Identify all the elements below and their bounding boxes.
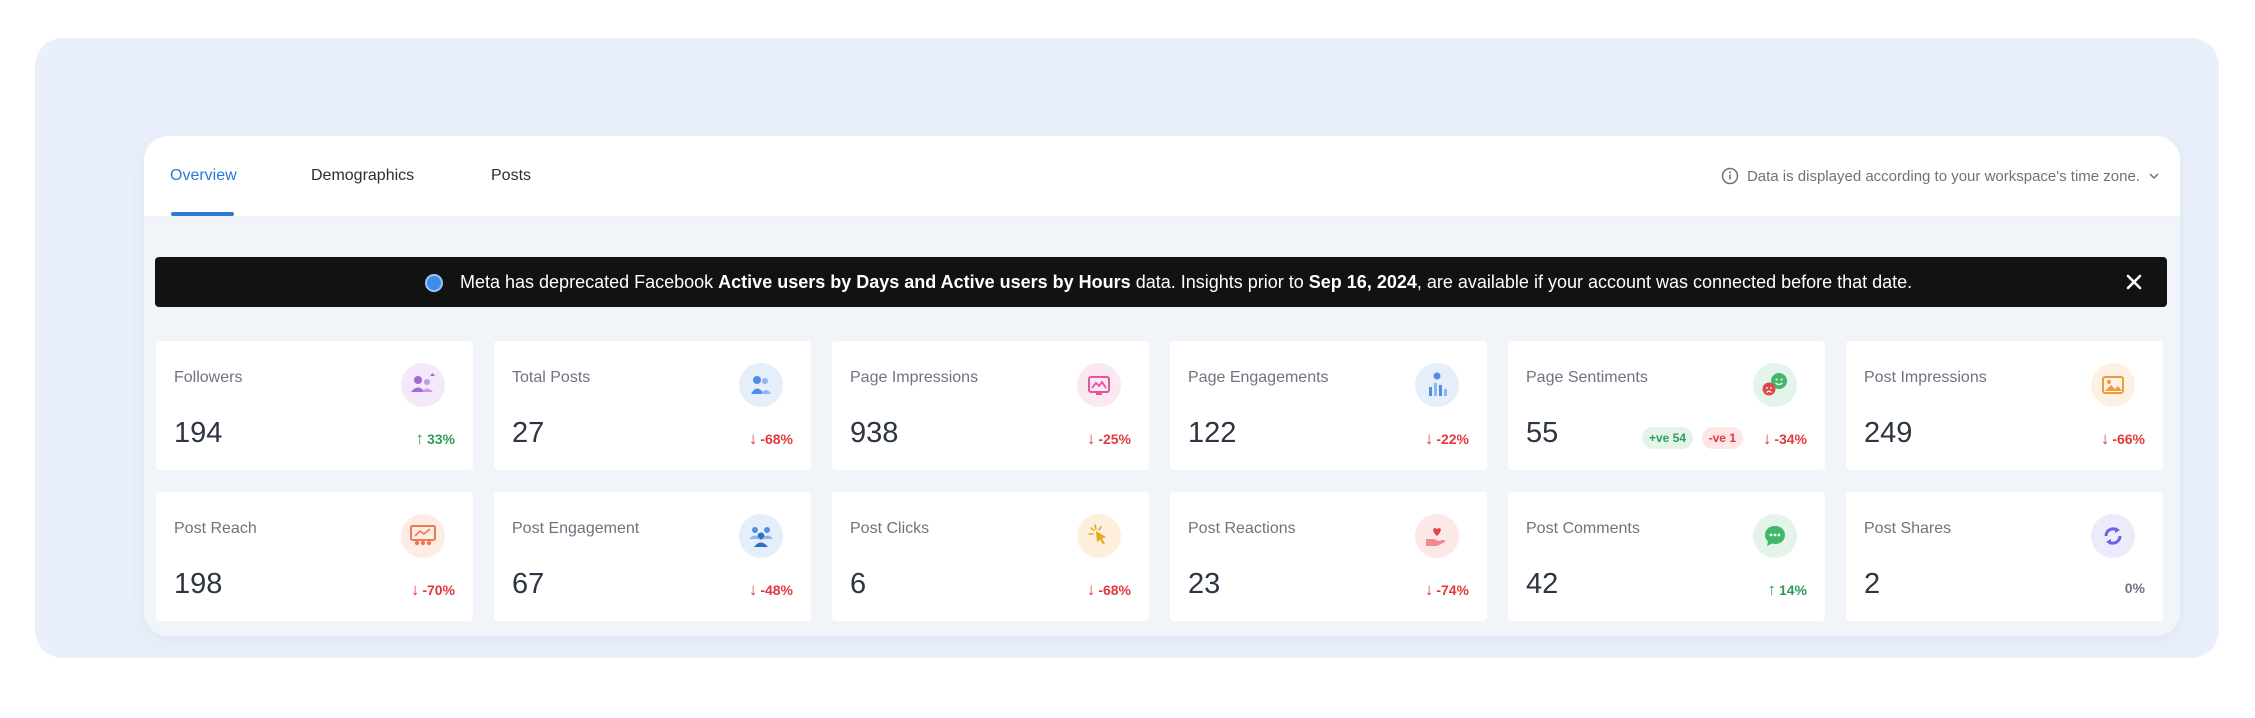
page-background: Overview Demographics Posts Data is disp… (35, 38, 2219, 658)
metric-label: Page Engagements (1188, 369, 1329, 386)
metric-card-followers[interactable]: Followers 194 ↑ 33% (156, 341, 473, 470)
metric-value: 122 (1188, 417, 1237, 449)
metric-value: 249 (1864, 417, 1913, 449)
banner-bold-date: Sep 16, 2024 (1308, 272, 1417, 292)
metric-label: Post Impressions (1864, 369, 1987, 386)
metric-card-post-reach[interactable]: Post Reach 198 ↓ -70% (156, 492, 473, 621)
metric-value: 23 (1188, 568, 1221, 600)
positive-sentiment-badge: +ve 54 (1641, 427, 1693, 449)
metric-value: 198 (174, 568, 223, 600)
followers-icon (401, 363, 445, 407)
banner-bold-1: Active users by Days and Active users by… (718, 272, 1131, 292)
metric-label: Post Clicks (850, 520, 930, 537)
metric-change: ↑ 14% (1767, 580, 1807, 599)
metric-change: ↓ -25% (1086, 429, 1131, 448)
timezone-note: Data is displayed according to your work… (1746, 167, 2140, 185)
metric-label: Total Posts (512, 369, 591, 386)
metric-change: ↑ 33% (415, 429, 455, 448)
engagement-chart-icon (1415, 363, 1459, 407)
timezone-dropdown[interactable]: Data is displayed according to your work… (1721, 165, 2160, 187)
metric-card-post-clicks[interactable]: Post Clicks 6 ↓ -68% (832, 492, 1149, 621)
metric-card-page-sentiments[interactable]: Page Sentiments 55 +ve 54 -ve 1 ↓ -34% (1508, 341, 1825, 470)
metric-card-total-posts[interactable]: Total Posts 27 ↓ -68% (494, 341, 811, 470)
metric-change: ↓ -66% (2100, 429, 2145, 448)
sentiment-faces-icon (1753, 363, 1797, 407)
metric-card-post-shares[interactable]: Post Shares 2 0% (1846, 492, 2163, 621)
metric-label: Post Reactions (1188, 520, 1296, 537)
metric-value: 938 (850, 417, 899, 449)
tab-bar: Overview Demographics Posts Data is disp… (144, 136, 2180, 217)
group-icon (739, 514, 783, 558)
metric-value: 55 (1526, 417, 1559, 449)
close-icon[interactable] (2123, 271, 2145, 293)
image-post-icon (2091, 363, 2135, 407)
metric-label: Page Impressions (850, 369, 979, 386)
active-tab-indicator (171, 212, 234, 216)
metric-card-post-comments[interactable]: Post Comments 42 ↑ 14% (1508, 492, 1825, 621)
metric-label: Page Sentiments (1526, 369, 1648, 386)
heart-hand-icon (1415, 514, 1459, 558)
metric-change: ↓ -70% (410, 580, 455, 599)
negative-sentiment-badge: -ve 1 (1701, 427, 1743, 449)
chevron-down-icon (2149, 173, 2159, 180)
metric-value: 42 (1526, 568, 1559, 600)
info-icon (1721, 167, 1739, 185)
metric-value: 6 (850, 568, 867, 600)
metric-label: Post Engagement (512, 520, 640, 537)
posts-icon (739, 363, 783, 407)
click-icon (1077, 514, 1121, 558)
banner-text-3: , are available if your account was conn… (1416, 272, 1913, 292)
metric-change: ↓ -22% (1424, 429, 1469, 448)
metric-card-page-engagements[interactable]: Page Engagements 122 ↓ -22% (1170, 341, 1487, 470)
info-dot-icon (425, 274, 443, 292)
metric-card-page-impressions[interactable]: Page Impressions 938 ↓ -25% (832, 341, 1149, 470)
tab-overview[interactable]: Overview (170, 136, 237, 217)
tab-posts[interactable]: Posts (491, 136, 531, 217)
banner-message: Meta has deprecated Facebook Active user… (460, 257, 1912, 307)
metric-label: Post Comments (1526, 520, 1640, 537)
metric-value: 67 (512, 568, 545, 600)
share-cycle-icon (2091, 514, 2135, 558)
deprecation-banner: Meta has deprecated Facebook Active user… (155, 257, 2167, 307)
comment-icon (1753, 514, 1797, 558)
banner-text-1: Meta has deprecated Facebook (460, 272, 719, 292)
metric-label: Post Reach (174, 520, 257, 537)
metric-change: ↓ -68% (748, 429, 793, 448)
metric-label: Post Shares (1864, 520, 1952, 537)
metric-label: Followers (174, 369, 243, 386)
metric-value: 194 (174, 417, 223, 449)
metric-change: ↓ -68% (1086, 580, 1131, 599)
insights-panel: Overview Demographics Posts Data is disp… (144, 136, 2180, 636)
metric-value: 27 (512, 417, 545, 449)
metric-change: 0% (2124, 580, 2145, 596)
metric-change: ↓ -48% (748, 580, 793, 599)
audience-screen-icon (401, 514, 445, 558)
metric-change: ↓ -34% (1762, 429, 1807, 448)
metric-value: 2 (1864, 568, 1881, 600)
metric-card-post-reactions[interactable]: Post Reactions 23 ↓ -74% (1170, 492, 1487, 621)
impressions-icon (1077, 363, 1121, 407)
banner-text-2: data. Insights prior to (1130, 272, 1309, 292)
metric-card-post-impressions[interactable]: Post Impressions 249 ↓ -66% (1846, 341, 2163, 470)
tab-demographics[interactable]: Demographics (311, 136, 414, 217)
metric-change: ↓ -74% (1424, 580, 1469, 599)
metric-card-post-engagement[interactable]: Post Engagement 67 ↓ -48% (494, 492, 811, 621)
